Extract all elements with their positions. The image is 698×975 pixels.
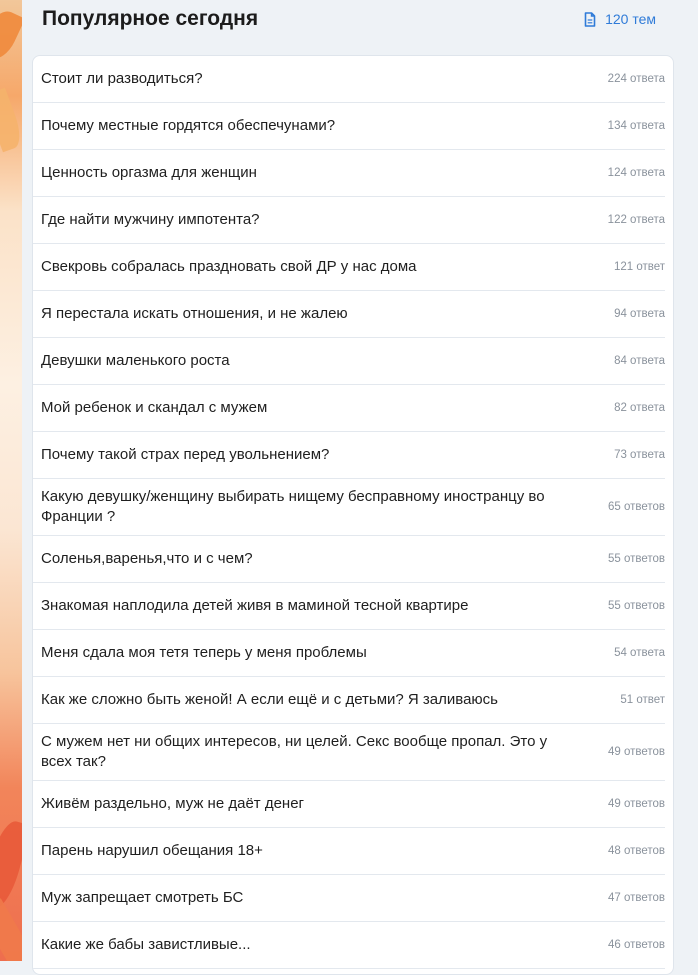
- topic-title[interactable]: Муж запрещает смотреть БС: [41, 888, 583, 908]
- reply-count: 65 ответов: [607, 501, 665, 513]
- leaf-decoration: [0, 6, 22, 64]
- topic-list: Стоит ли разводиться? 224 ответа Почему …: [33, 56, 673, 969]
- topic-title[interactable]: Какую девушку/женщину выбирать нищему бе…: [41, 487, 583, 527]
- topic-title[interactable]: Почему местные гордятся обеспечунами?: [41, 116, 583, 136]
- topic-title[interactable]: С мужем нет ни общих интересов, ни целей…: [41, 732, 583, 772]
- topic-row[interactable]: Парень нарушил обещания 18+ 48 ответов: [33, 828, 665, 875]
- popular-header: Популярное сегодня 120 тем: [22, 0, 698, 48]
- topic-title[interactable]: Где найти мужчину импотента?: [41, 210, 583, 230]
- leaf-decoration: [0, 87, 22, 153]
- topic-row[interactable]: Мой ребенок и скандал с мужем 82 ответа: [33, 385, 665, 432]
- topic-row[interactable]: Почему такой страх перед увольнением? 73…: [33, 432, 665, 479]
- topic-title[interactable]: Знакомая наплодила детей живя в маминой …: [41, 596, 583, 616]
- topics-card: Стоит ли разводиться? 224 ответа Почему …: [32, 55, 674, 975]
- reply-count: 121 ответ: [613, 261, 665, 273]
- topic-title[interactable]: Девушки маленького роста: [41, 351, 583, 371]
- topic-title[interactable]: Парень нарушил обещания 18+: [41, 841, 583, 861]
- topic-row[interactable]: Где найти мужчину импотента? 122 ответа: [33, 197, 665, 244]
- topic-row[interactable]: Какие же бабы завистливые... 46 ответов: [33, 922, 665, 969]
- topic-title[interactable]: Как же сложно быть женой! А если ещё и с…: [41, 690, 583, 710]
- reply-count: 94 ответа: [614, 308, 665, 320]
- topic-title[interactable]: Ценность оргазма для женщин: [41, 163, 583, 183]
- topic-title[interactable]: Почему такой страх перед увольнением?: [41, 445, 583, 465]
- topic-row[interactable]: Муж запрещает смотреть БС 47 ответов: [33, 875, 665, 922]
- reply-count: 55 ответов: [607, 600, 665, 612]
- topic-row[interactable]: Я перестала искать отношения, и не жалею…: [33, 291, 665, 338]
- reply-count: 54 ответа: [614, 647, 665, 659]
- topic-row[interactable]: Свекровь собралась праздновать свой ДР у…: [33, 244, 665, 291]
- leaf-decoration: [0, 898, 22, 961]
- topic-row[interactable]: Ценность оргазма для женщин 124 ответа: [33, 150, 665, 197]
- topic-title[interactable]: Какие же бабы завистливые...: [41, 935, 583, 955]
- reply-count: 47 ответов: [607, 892, 665, 904]
- topic-row[interactable]: Девушки маленького роста 84 ответа: [33, 338, 665, 385]
- page-title: Популярное сегодня: [42, 7, 259, 30]
- reply-count: 122 ответа: [607, 214, 665, 226]
- topic-row[interactable]: Живём раздельно, муж не даёт денег 49 от…: [33, 781, 665, 828]
- reply-count: 73 ответа: [614, 449, 665, 461]
- document-icon: [584, 11, 596, 27]
- topic-title[interactable]: Меня сдала моя тетя теперь у меня пробле…: [41, 643, 583, 663]
- topic-row[interactable]: Стоит ли разводиться? 224 ответа: [33, 56, 665, 103]
- topic-title[interactable]: Мой ребенок и скандал с мужем: [41, 398, 583, 418]
- topic-row[interactable]: Соленья,варенья,что и с чем? 55 ответов: [33, 536, 665, 583]
- topic-title[interactable]: Живём раздельно, муж не даёт денег: [41, 794, 583, 814]
- topic-title[interactable]: Соленья,варенья,что и с чем?: [41, 549, 583, 569]
- topic-title[interactable]: Я перестала искать отношения, и не жалею: [41, 304, 583, 324]
- reply-count: 49 ответов: [607, 798, 665, 810]
- reply-count: 55 ответов: [607, 553, 665, 565]
- reply-count: 124 ответа: [607, 167, 665, 179]
- topic-row[interactable]: С мужем нет ни общих интересов, ни целей…: [33, 724, 665, 781]
- reply-count: 48 ответов: [607, 845, 665, 857]
- reply-count: 224 ответа: [607, 73, 665, 85]
- reply-count: 134 ответа: [607, 120, 665, 132]
- topic-row[interactable]: Почему местные гордятся обеспечунами? 13…: [33, 103, 665, 150]
- reply-count: 46 ответов: [607, 939, 665, 951]
- topic-row[interactable]: Как же сложно быть женой! А если ещё и с…: [33, 677, 665, 724]
- topic-title[interactable]: Свекровь собралась праздновать свой ДР у…: [41, 257, 583, 277]
- autumn-leaves-decoration: [0, 0, 22, 961]
- topic-row[interactable]: Знакомая наплодила детей живя в маминой …: [33, 583, 665, 630]
- reply-count: 84 ответа: [614, 355, 665, 367]
- topics-count-label: 120 тем: [605, 11, 656, 27]
- topic-row[interactable]: Какую девушку/женщину выбирать нищему бе…: [33, 479, 665, 536]
- topic-row[interactable]: Меня сдала моя тетя теперь у меня пробле…: [33, 630, 665, 677]
- reply-count: 82 ответа: [614, 402, 665, 414]
- topic-title[interactable]: Стоит ли разводиться?: [41, 69, 583, 89]
- reply-count: 49 ответов: [607, 746, 665, 758]
- leaf-decoration: [0, 817, 22, 913]
- topics-count-link[interactable]: 120 тем: [584, 11, 656, 27]
- reply-count: 51 ответ: [620, 694, 665, 706]
